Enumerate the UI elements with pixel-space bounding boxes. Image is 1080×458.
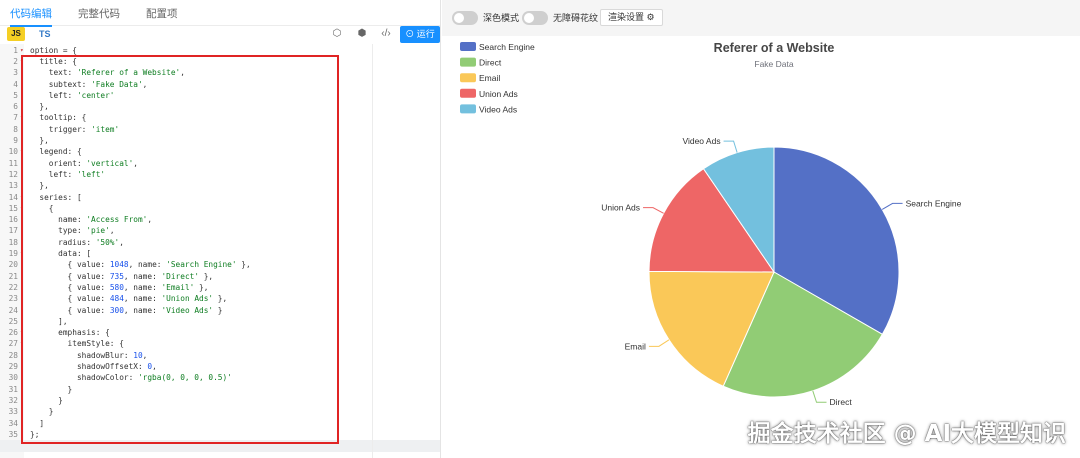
line-number: 9 [13,136,18,145]
legend-swatch [460,42,476,51]
line-number: 26 [8,328,18,338]
editor-tabs: 代码编辑 完整代码 配置项 [0,0,440,27]
line-number: 3 [13,68,18,78]
line-number: 13 [8,181,18,191]
line-number: 7 [13,113,18,123]
line-number: 6 [13,102,18,112]
line-number: 28 [8,350,18,360]
line-number: 2 [13,56,18,66]
line-number: 8 [13,124,18,134]
slice-label-line [643,207,664,214]
line-number: 16 [8,215,18,225]
line-number: 32 [8,395,18,405]
line-number: 5 [13,90,18,100]
render-toolbar: 深色模式 无障碍花纹 渲染设置 ⚙ [442,0,1080,36]
dark-mode-label: 深色模式 [483,13,520,23]
cube-outline-icon[interactable]: ⬡ [331,28,343,40]
legend-item-label: Union Ads [479,89,518,99]
line-number: 17 [8,226,18,236]
slice-label-line [723,140,738,153]
chart-title: Referer of a Website [714,41,835,55]
slice-label: Video Ads [682,136,720,146]
editor-divider [372,44,373,458]
slice-label-line [812,390,827,403]
legend-swatch [460,57,476,67]
js-language-toggle[interactable]: JS [7,27,25,41]
accessibility-pattern-switch[interactable] [522,11,548,25]
line-number: 22 [8,282,18,292]
line-number: 29 [8,362,18,371]
site-watermark: 掘金技术社区 @ AI大模型知识 [747,421,1066,447]
legend-item-label: Search Engine [479,42,535,52]
line-number: 11 [8,158,18,168]
line-number: 19 [8,249,18,258]
slice-label-line [648,339,670,347]
slice-label-line [881,202,903,210]
line-number: 27 [8,339,18,349]
slice-label: Search Engine [906,198,962,208]
red-annotation-box [21,55,339,444]
line-number: 24 [8,305,18,315]
line-number: 4 [13,79,18,89]
cube-solid-icon[interactable]: ⬢ [356,28,368,40]
line-number: 14 [8,192,18,202]
accessibility-pattern-label: 无障碍花纹 [553,13,599,23]
slice-label: Direct [830,397,853,407]
line-number: 31 [8,384,18,394]
line-number: 15 [8,203,18,213]
line-number: 21 [8,271,18,281]
slice-label: Email [625,341,646,351]
render-settings-button[interactable]: 渲染设置 ⚙ [600,9,663,26]
line-number: 12 [8,169,18,179]
line-number: 23 [8,294,18,304]
code-icon[interactable]: ‹/› [380,28,392,40]
legend-swatch [460,104,476,114]
run-button[interactable]: ⊙ 运行 [400,26,440,43]
tab-full-code[interactable]: 完整代码 [78,0,120,26]
line-number: 25 [8,316,18,326]
legend-item-label: Video Ads [479,104,517,114]
line-number: 10 [8,147,18,157]
chart-area: Referer of a Website Fake Data Search Engi… [442,36,1080,458]
line-number: 35 [8,429,18,439]
line-number: 20 [8,260,18,270]
language-toolbar: JS TS ⬡ ⬢ ‹/› ⊙ 运行 [0,26,440,44]
legend-swatch [460,88,476,98]
line-number: 34 [8,418,18,428]
legend-swatch [460,73,476,83]
tab-code-edit[interactable]: 代码编辑 [10,0,52,27]
chart-subtitle: Fake Data [754,59,793,69]
ts-language-toggle[interactable]: TS [39,27,51,41]
line-number: 33 [8,407,18,417]
dark-mode-switch[interactable] [452,11,478,25]
legend-item-label: Email [479,73,500,83]
pie-chart: Referer of a Website Fake Data Search Engi… [460,41,962,407]
legend-item-label: Direct [479,58,502,68]
tab-config-items[interactable]: 配置项 [146,0,178,26]
line-number: 1 [13,45,18,55]
line-number: 30 [8,373,18,383]
line-number: 18 [8,237,18,247]
preview-panel: 深色模式 无障碍花纹 渲染设置 ⚙ Referer of a Website Fa… [442,0,1080,458]
code-editor-panel: 代码编辑 完整代码 配置项 JS TS ⬡ ⬢ ‹/› ⊙ 运行 1 ▾ 2 ▾ 3 4 5… [0,0,441,458]
slice-label: Union Ads [601,203,640,213]
